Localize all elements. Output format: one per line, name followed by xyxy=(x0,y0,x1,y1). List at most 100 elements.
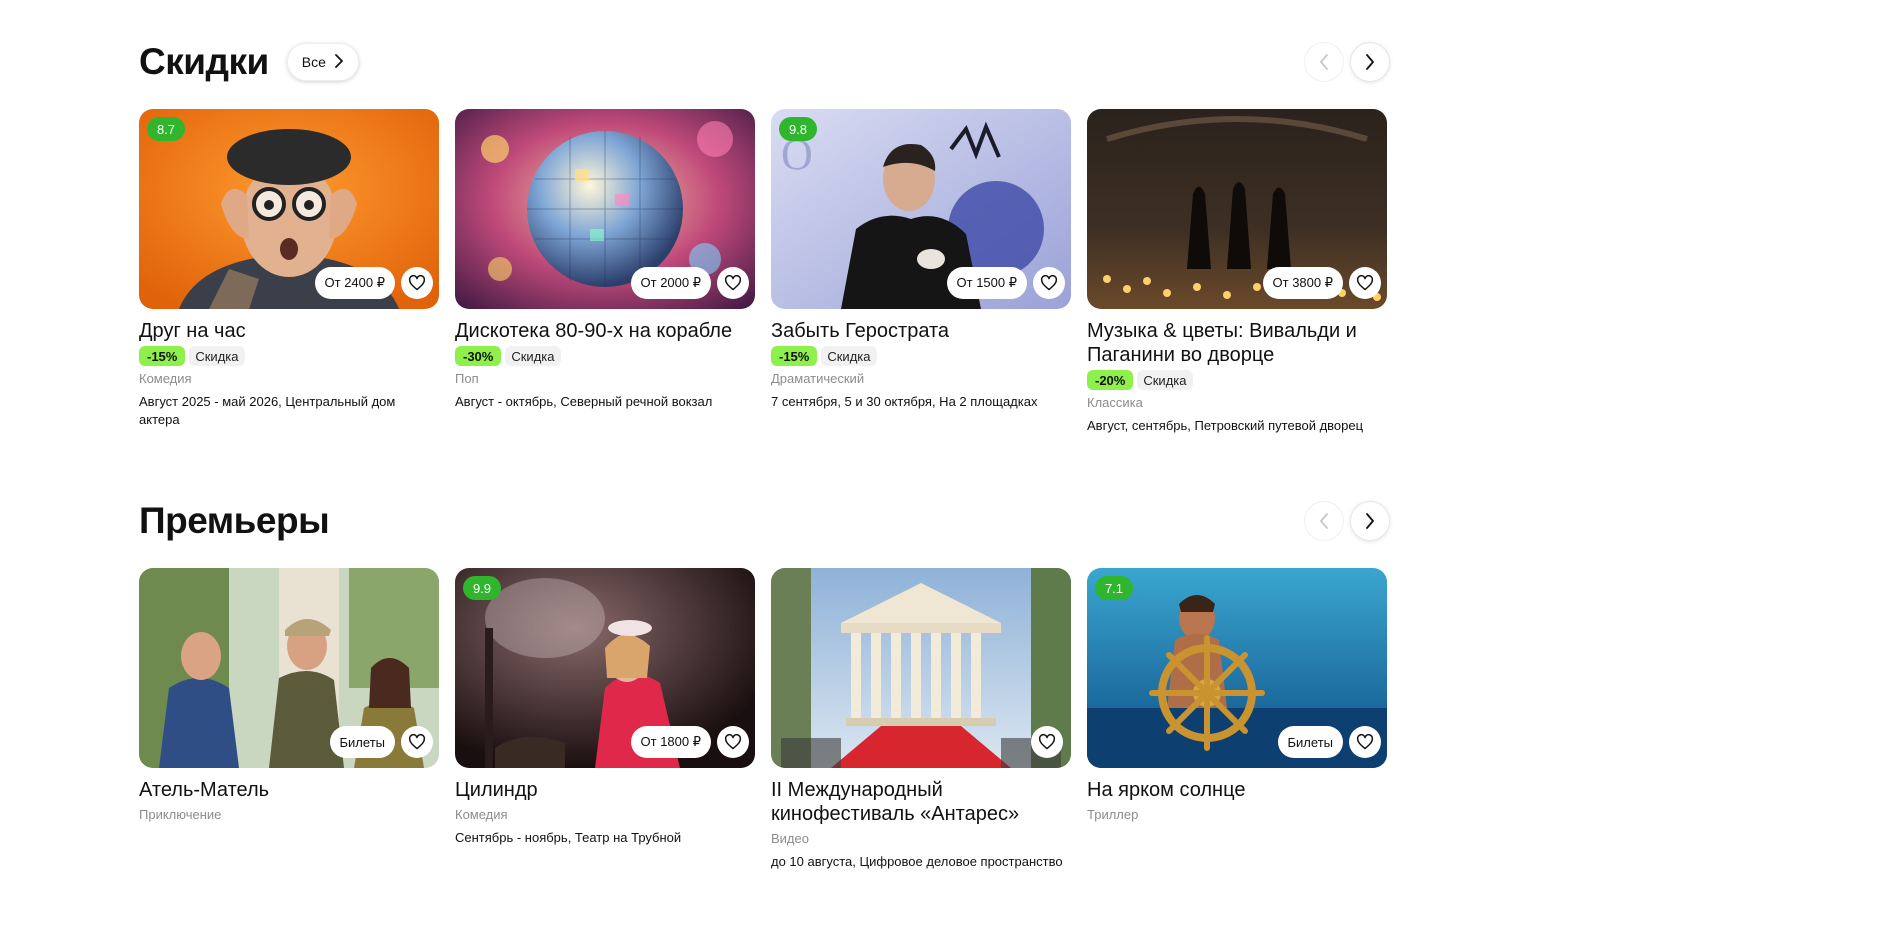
event-card[interactable]: 8.7 От 2400 ₽ Друг на час -15% Скидка Ко… xyxy=(139,109,439,435)
event-genre: Поп xyxy=(455,371,479,386)
rating-badge: 9.9 xyxy=(463,576,501,600)
discount-label: Скидка xyxy=(505,346,561,366)
heart-icon xyxy=(724,275,742,291)
event-image[interactable]: O 9.8 От 1500 ₽ xyxy=(771,109,1071,309)
event-title[interactable]: Забыть Герострата xyxy=(771,319,1071,343)
event-title[interactable]: Друг на час xyxy=(139,319,439,343)
price-button[interactable]: От 1800 ₽ xyxy=(630,726,711,758)
carousel-prev-button[interactable] xyxy=(1304,501,1344,541)
favorite-button[interactable] xyxy=(401,267,433,299)
chevron-left-icon xyxy=(1320,513,1328,529)
chevron-right-icon xyxy=(1366,513,1374,529)
carousel-next-button[interactable] xyxy=(1350,501,1390,541)
event-image[interactable]: 7.1 Билеты xyxy=(1087,568,1387,768)
discount-badges: -15% Скидка xyxy=(771,346,1071,366)
event-card[interactable]: 9.9 От 1800 ₽ Цилиндр Комедия Сентябрь -… xyxy=(455,568,755,871)
price-button[interactable]: От 2000 ₽ xyxy=(630,267,711,299)
discount-badge: -15% xyxy=(139,346,186,366)
heart-icon xyxy=(1356,734,1374,750)
chevron-right-icon xyxy=(1366,54,1374,70)
event-dates-venue: Сентябрь - ноябрь, Театр на Трубной xyxy=(455,830,682,845)
price-button[interactable]: От 3800 ₽ xyxy=(1262,267,1343,299)
discount-label: Скидка xyxy=(821,346,877,366)
price-button[interactable]: От 2400 ₽ xyxy=(314,267,395,299)
event-genre: Комедия xyxy=(455,807,508,822)
favorite-button[interactable] xyxy=(1031,726,1063,758)
discount-badge: -15% xyxy=(771,346,818,366)
event-image[interactable]: От 3800 ₽ xyxy=(1087,109,1387,309)
event-title[interactable]: II Международный кинофестиваль «Антарес» xyxy=(771,778,1071,826)
event-image[interactable]: 9.9 От 1800 ₽ xyxy=(455,568,755,768)
section-header: Премьеры xyxy=(139,497,1390,545)
tickets-button[interactable]: Билеты xyxy=(329,726,395,758)
event-genre: Комедия xyxy=(139,371,192,386)
discounts-section: Скидки Все 8.7 От 2400 ₽ Друг на час -15… xyxy=(139,38,1390,433)
carousel-nav xyxy=(1304,42,1390,82)
discount-label: Скидка xyxy=(189,346,245,366)
section-header: Скидки Все xyxy=(139,38,1390,86)
premieres-section: Премьеры Билеты Атель-Матель Приключение… xyxy=(139,497,1390,869)
heart-icon xyxy=(1038,734,1056,750)
favorite-button[interactable] xyxy=(1349,267,1381,299)
event-dates-venue: до 10 августа, Цифровое деловое простран… xyxy=(771,854,1063,869)
discount-badge: -20% xyxy=(1087,370,1134,390)
event-image[interactable]: Билеты xyxy=(139,568,439,768)
price-button[interactable]: От 1500 ₽ xyxy=(946,267,1027,299)
heart-icon xyxy=(724,734,742,750)
event-card[interactable]: O 9.8 От 1500 ₽ Забыть Герострата -15% С… xyxy=(771,109,1071,435)
rating-badge: 7.1 xyxy=(1095,576,1133,600)
event-title[interactable]: На ярком солнце xyxy=(1087,778,1387,802)
tickets-button[interactable]: Билеты xyxy=(1277,726,1343,758)
event-dates-venue: Август, сентябрь, Петровский путевой дво… xyxy=(1087,418,1364,433)
heart-icon xyxy=(1356,275,1374,291)
favorite-button[interactable] xyxy=(717,726,749,758)
chevron-right-icon xyxy=(334,53,344,71)
event-title[interactable]: Музыка & цветы: Вивальди и Паганини во д… xyxy=(1087,319,1387,367)
event-photo xyxy=(771,568,1071,768)
event-title[interactable]: Атель-Матель xyxy=(139,778,439,802)
discount-badges: -20% Скидка xyxy=(1087,370,1387,390)
carousel-nav xyxy=(1304,501,1390,541)
event-genre: Классика xyxy=(1087,395,1143,410)
section-title: Скидки xyxy=(139,41,269,82)
event-card[interactable]: II Международный кинофестиваль «Антарес»… xyxy=(771,568,1071,871)
carousel-next-button[interactable] xyxy=(1350,42,1390,82)
event-image[interactable]: От 2000 ₽ xyxy=(455,109,755,309)
event-image[interactable]: 8.7 От 2400 ₽ xyxy=(139,109,439,309)
event-cards-row: Билеты Атель-Матель Приключение 9.9 От 1… xyxy=(139,568,1387,871)
favorite-button[interactable] xyxy=(717,267,749,299)
event-card[interactable]: 7.1 Билеты На ярком солнце Триллер xyxy=(1087,568,1387,871)
see-all-button[interactable]: Все xyxy=(286,43,359,81)
discount-badge: -30% xyxy=(455,346,502,366)
favorite-button[interactable] xyxy=(1033,267,1065,299)
event-genre: Драматический xyxy=(771,371,865,386)
heart-icon xyxy=(1040,275,1058,291)
event-cards-row: 8.7 От 2400 ₽ Друг на час -15% Скидка Ко… xyxy=(139,109,1387,435)
event-dates-venue: Август - октябрь, Северный речной вокзал xyxy=(455,394,713,409)
event-image[interactable] xyxy=(771,568,1071,768)
discount-badges: -30% Скидка xyxy=(455,346,755,366)
heart-icon xyxy=(408,275,426,291)
heart-icon xyxy=(408,734,426,750)
events-page: Скидки Все 8.7 От 2400 ₽ Друг на час -15… xyxy=(0,0,1903,926)
discount-badges: -15% Скидка xyxy=(139,346,439,366)
carousel-prev-button[interactable] xyxy=(1304,42,1344,82)
event-dates-venue: 7 сентября, 5 и 30 октября, На 2 площадк… xyxy=(771,394,1038,409)
event-dates-venue: Август 2025 - май 2026, Центральный дом … xyxy=(139,394,396,427)
event-genre: Видео xyxy=(771,831,809,846)
see-all-label: Все xyxy=(301,54,326,70)
favorite-button[interactable] xyxy=(401,726,433,758)
event-card[interactable]: От 3800 ₽ Музыка & цветы: Вивальди и Паг… xyxy=(1087,109,1387,435)
chevron-left-icon xyxy=(1320,54,1328,70)
section-title: Премьеры xyxy=(139,500,330,541)
event-card[interactable]: Билеты Атель-Матель Приключение xyxy=(139,568,439,871)
event-title[interactable]: Цилиндр xyxy=(455,778,755,802)
event-title[interactable]: Дискотека 80-90-х на корабле xyxy=(455,319,755,343)
rating-badge: 9.8 xyxy=(779,117,817,141)
event-card[interactable]: От 2000 ₽ Дискотека 80-90-х на корабле -… xyxy=(455,109,755,435)
event-genre: Приключение xyxy=(139,807,222,822)
favorite-button[interactable] xyxy=(1349,726,1381,758)
event-genre: Триллер xyxy=(1087,807,1139,822)
discount-label: Скидка xyxy=(1137,370,1193,390)
rating-badge: 8.7 xyxy=(147,117,185,141)
